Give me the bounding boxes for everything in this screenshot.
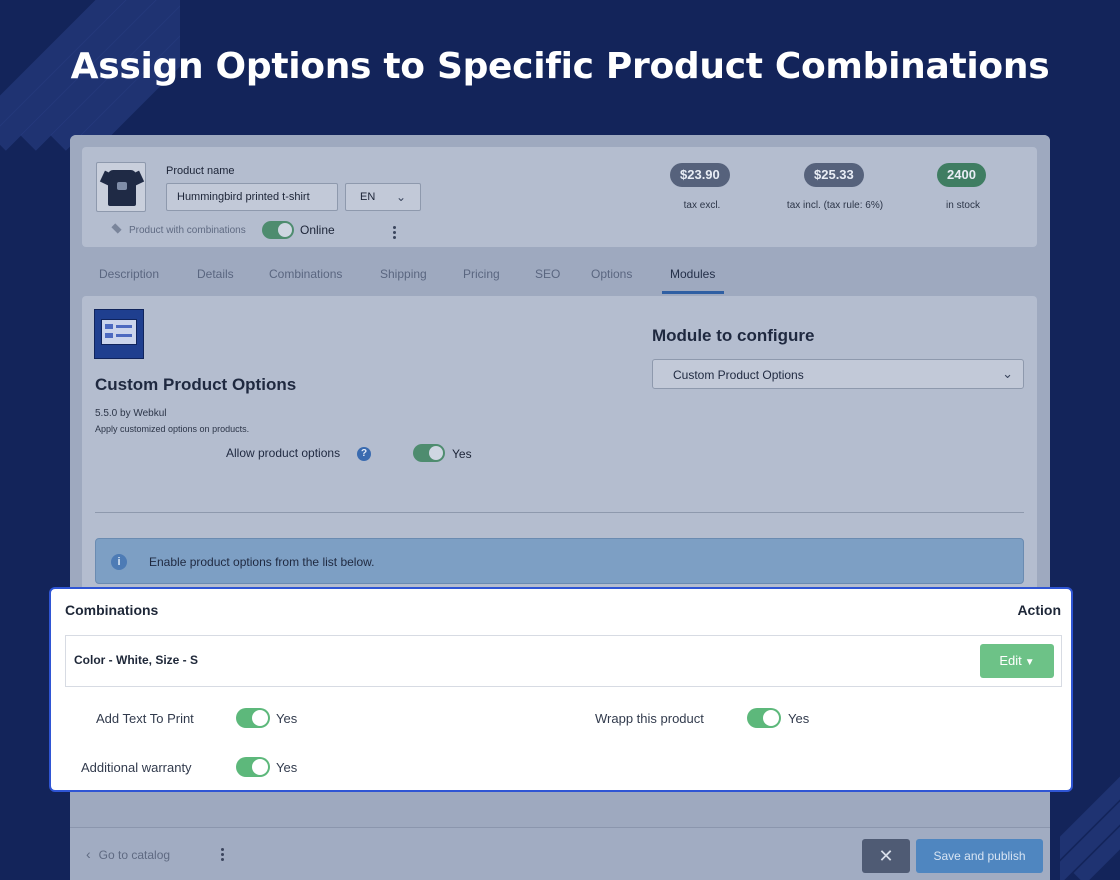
module-title: Custom Product Options [95,375,297,394]
tab-combinations[interactable]: Combinations [269,267,342,281]
product-name-input[interactable]: Hummingbird printed t-shirt [166,183,338,211]
combination-name: Color - White, Size - S [74,653,199,667]
language-value: EN [360,191,376,203]
info-icon: i [111,554,127,570]
module-select-value: Custom Product Options [673,368,804,382]
module-card: Custom Product Options 5.5.0 by Webkul A… [82,296,1037,596]
close-button[interactable]: ✕ [862,839,910,873]
layers-icon [110,223,123,236]
allow-options-value: Yes [452,447,472,461]
wrapp-value: Yes [788,711,810,726]
warranty-toggle[interactable] [236,757,270,777]
tab-modules[interactable]: Modules [670,267,715,281]
footer-more-icon[interactable] [221,848,225,862]
combination-row: Color - White, Size - S Edit ▼ [65,635,1062,687]
online-label: Online [300,223,335,237]
module-logo [94,309,144,359]
module-to-configure-select[interactable]: Custom Product Options ⌄ [652,359,1024,389]
edit-label: Edit [999,653,1022,668]
combination-options-panel: Combinations Action Color - White, Size … [49,587,1073,792]
tab-seo[interactable]: SEO [535,267,560,281]
add-text-value: Yes [276,711,298,726]
info-text: Enable product options from the list bel… [149,555,375,569]
price-tax-incl-badge: $25.33 [804,163,864,187]
tab-pricing[interactable]: Pricing [463,267,500,281]
module-version: 5.5.0 by Webkul [95,408,167,419]
warranty-value: Yes [276,760,298,775]
tab-description[interactable]: Description [99,267,159,281]
price-tax-incl-caption: tax incl. (tax rule: 6%) [786,200,884,211]
page-headline: Assign Options to Specific Product Combi… [70,46,1050,87]
price-tax-excl-badge: $23.90 [670,163,730,187]
divider [95,512,1024,513]
active-tab-indicator [662,291,724,294]
online-toggle[interactable] [262,221,294,239]
stock-badge: 2400 [937,163,986,187]
product-header: Product name Hummingbird printed t-shirt… [82,147,1037,247]
option-label-warranty: Additional warranty [81,760,192,775]
combinations-header: Combinations [65,602,159,618]
info-banner: i Enable product options from the list b… [95,538,1024,584]
go-to-catalog-label: Go to catalog [98,848,171,862]
stock-caption: in stock [946,200,980,211]
action-header: Action [1017,602,1061,618]
tab-details[interactable]: Details [197,267,234,281]
add-text-toggle[interactable] [236,708,270,728]
wrapp-toggle[interactable] [747,708,781,728]
footer-bar: ‹ Go to catalog ✕ Save and publish [70,827,1050,880]
option-label-add-text: Add Text To Print [96,711,194,726]
more-actions-icon[interactable] [393,226,397,240]
close-icon: ✕ [878,846,894,866]
go-to-catalog-link[interactable]: ‹ Go to catalog [86,846,170,862]
edit-button[interactable]: Edit ▼ [980,644,1054,678]
product-thumbnail[interactable] [96,162,146,212]
allow-options-toggle[interactable] [413,444,445,462]
allow-options-label: Allow product options [226,446,341,460]
price-tax-excl-caption: tax excl. [683,200,721,211]
tab-options[interactable]: Options [591,267,632,281]
language-select[interactable]: EN ⌄ [345,183,421,211]
module-to-configure-label: Module to configure [652,326,815,345]
product-tabs: Description Details Combinations Shippin… [82,260,1037,296]
chevron-left-icon: ‹ [86,846,91,862]
product-type-indicator: Product with combinations [110,223,246,236]
product-name-label: Product name [166,165,235,177]
product-type-label: Product with combinations [129,225,246,236]
help-icon[interactable]: ? [357,447,371,461]
save-and-publish-button[interactable]: Save and publish [916,839,1043,873]
module-description: Apply customized options on products. [95,424,250,434]
tab-shipping[interactable]: Shipping [380,267,427,281]
chevron-down-icon: ⌄ [1002,366,1013,381]
option-label-wrapp: Wrapp this product [595,711,704,726]
chevron-down-icon: ▼ [1024,657,1035,668]
chevron-down-icon: ⌄ [395,190,406,204]
